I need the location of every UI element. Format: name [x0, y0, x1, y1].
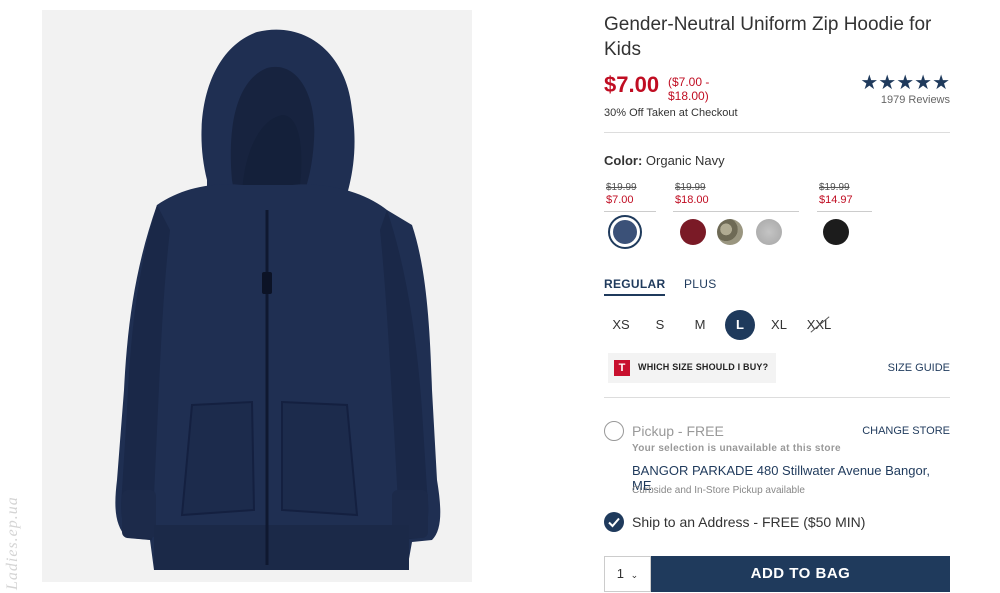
fit-advisor-button[interactable]: T WHICH SIZE SHOULD I BUY? — [608, 353, 776, 383]
color-label-title: Color: — [604, 153, 643, 168]
size-xl[interactable]: XL — [764, 310, 794, 340]
original-price: $19.99 — [606, 182, 637, 193]
fit-advisor-label: WHICH SIZE SHOULD I BUY? — [638, 362, 769, 372]
product-image[interactable] — [42, 10, 472, 582]
size-l[interactable]: L — [725, 310, 755, 340]
group-price: $7.00 — [606, 194, 634, 206]
hoodie-illustration — [42, 10, 472, 582]
swatch-camo[interactable] — [717, 219, 743, 245]
rating-stars-icon[interactable]: ★★★★★ — [860, 70, 950, 95]
swatch-heather-gray[interactable] — [756, 219, 782, 245]
original-price: $19.99 — [819, 182, 850, 193]
divider — [604, 132, 950, 133]
price-range: ($7.00 - $18.00) — [668, 75, 710, 103]
size-m[interactable]: M — [685, 310, 715, 340]
size-xxl[interactable]: XXL — [804, 310, 834, 340]
reviews-link[interactable]: 1979 Reviews — [881, 94, 950, 106]
size-guide-link[interactable]: SIZE GUIDE — [888, 362, 950, 374]
divider — [604, 397, 950, 398]
price-group: $19.99 $14.97 — [817, 182, 872, 212]
product-info-panel: Gender-Neutral Uniform Zip Hoodie for Ki… — [604, 0, 950, 593]
product-title: Gender-Neutral Uniform Zip Hoodie for Ki… — [604, 14, 932, 60]
price-group: $19.99 $18.00 — [673, 182, 799, 212]
group-price: $14.97 — [819, 194, 853, 206]
price-group: $19.99 $7.00 — [604, 182, 656, 212]
ship-to-address-label: Ship to an Address - FREE ($50 MIN) — [632, 514, 866, 530]
add-to-bag-button[interactable]: ADD TO BAG — [651, 556, 950, 592]
group-price: $18.00 — [675, 194, 709, 206]
watermark: Ladies.ep.ua — [4, 496, 21, 590]
pickup-radio[interactable] — [604, 421, 624, 441]
quantity-select[interactable]: 1 ⌄ — [604, 556, 651, 592]
tab-regular[interactable]: REGULAR — [604, 277, 666, 296]
original-price: $19.99 — [675, 182, 706, 193]
color-label: Color: Organic Navy — [604, 153, 725, 168]
pickup-label: Pickup - FREE — [632, 423, 724, 439]
store-unavailable-note: Your selection is unavailable at this st… — [632, 443, 841, 454]
sale-price: $7.00 — [604, 72, 660, 97]
ship-radio-checked-icon[interactable] — [604, 512, 624, 532]
selected-color-name: Organic Navy — [645, 153, 725, 168]
price-row: $7.00 ($7.00 - $18.00) ★★★★★ 1979 Review… — [604, 70, 950, 106]
swatch-black[interactable] — [823, 219, 849, 245]
fit-logo-icon: T — [614, 360, 630, 376]
swatch-organic-navy[interactable] — [608, 215, 642, 249]
size-xs[interactable]: XS — [606, 310, 636, 340]
chevron-down-icon: ⌄ — [630, 570, 639, 580]
quantity-value: 1 — [616, 566, 625, 581]
promo-text: 30% Off Taken at Checkout — [604, 107, 738, 119]
size-s[interactable]: S — [645, 310, 675, 340]
curbside-note: Curbside and In-Store Pickup available — [632, 485, 805, 496]
change-store-link[interactable]: CHANGE STORE — [862, 425, 950, 437]
tab-plus[interactable]: PLUS — [684, 277, 717, 294]
swatch-burgundy[interactable] — [680, 219, 706, 245]
